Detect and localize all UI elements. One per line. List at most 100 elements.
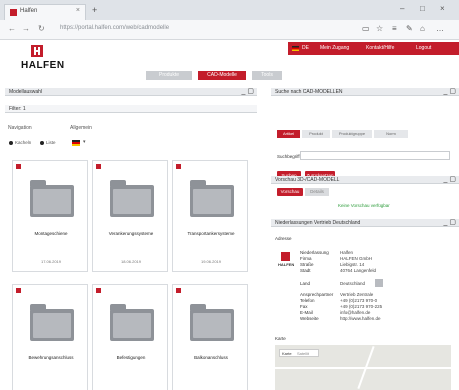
- panel-minmax-icon[interactable]: _ ▢: [444, 218, 456, 226]
- address-url: https://portal.halfen.com/web/cadmodelle: [60, 25, 170, 31]
- tab-tools[interactable]: Tools: [252, 71, 282, 80]
- map-tab-map[interactable]: Karte: [282, 351, 292, 356]
- german-flag-icon[interactable]: [292, 46, 299, 51]
- logout-link[interactable]: Logout: [416, 45, 431, 51]
- contact-value: +49 (0)2173 970-0: [340, 298, 378, 303]
- folder-icon: [190, 304, 234, 341]
- new-tab-button[interactable]: +: [92, 5, 97, 15]
- contact-key: Straße: [300, 262, 314, 267]
- forward-icon[interactable]: →: [22, 24, 30, 33]
- contact-key: Ansprechpartner: [300, 292, 334, 297]
- more-icon[interactable]: …: [436, 24, 444, 33]
- tab-close-icon[interactable]: ×: [76, 7, 80, 14]
- reading-view-icon[interactable]: ▭: [362, 24, 370, 33]
- search-tab-product[interactable]: Produkt: [302, 130, 330, 138]
- search-tab-productgroup[interactable]: Produktgruppe: [332, 130, 372, 138]
- filter-label[interactable]: Filter: 1: [9, 106, 26, 112]
- halfen-small-icon: [176, 288, 181, 293]
- halfen-contact-logo-icon: [281, 252, 290, 261]
- map-tab-satellite[interactable]: Satellit: [297, 351, 309, 356]
- contact-key: Land: [300, 281, 311, 286]
- model-card-name: Befestigungen: [116, 355, 146, 360]
- folder-icon: [30, 180, 74, 217]
- model-card-date: 19.06.2019: [200, 259, 222, 264]
- flag-dropdown-icon[interactable]: ▾: [83, 139, 86, 145]
- model-card[interactable]: Befestigungen: [92, 284, 168, 390]
- browser-tab[interactable]: Halfen ×: [4, 4, 86, 20]
- logo-text[interactable]: HALFEN: [21, 60, 65, 71]
- country-dropdown-icon[interactable]: [375, 279, 383, 287]
- radio-list[interactable]: [40, 141, 44, 145]
- hub-icon[interactable]: ≡: [392, 24, 397, 33]
- panel-minmax-icon[interactable]: _ ▢: [444, 87, 456, 95]
- folder-icon: [110, 180, 154, 217]
- search-panel-header: Suche nach CAD-MODELLEN _ ▢: [271, 88, 459, 96]
- language-label[interactable]: DE: [302, 45, 309, 51]
- model-card-name: Balkonanschluss: [194, 355, 228, 360]
- back-icon[interactable]: ←: [8, 24, 16, 33]
- close-window-icon[interactable]: ×: [440, 4, 445, 13]
- search-tab-norm[interactable]: Norm: [374, 130, 408, 138]
- halfen-favicon-icon: [10, 9, 17, 16]
- model-card[interactable]: Verankerungssysteme 18.06.2019: [92, 160, 168, 272]
- contact-key: Niederlassung: [300, 250, 329, 255]
- radio-list-label: Liste: [46, 140, 56, 145]
- model-card-name: Montageschiene: [34, 231, 68, 236]
- contact-key: Telefon: [300, 298, 315, 303]
- browser-tab-bar: Halfen × + – □ ×: [0, 0, 459, 20]
- preview-panel-header: Vorschau 3D-/CAD-MODELL _ ▢: [271, 176, 459, 184]
- german-flag-icon[interactable]: [72, 140, 80, 146]
- preview-tab[interactable]: Vorschau: [277, 188, 303, 196]
- halfen-small-icon: [16, 288, 21, 293]
- contact-value: HALFEN GmbH: [340, 256, 373, 261]
- model-card[interactable]: Bewehrungsanschluss: [12, 284, 88, 390]
- panel-minmax-icon[interactable]: _ ▢: [242, 87, 254, 95]
- radio-tiles-label: Kacheln: [15, 140, 32, 145]
- model-card[interactable]: Balkonanschluss: [172, 284, 248, 390]
- website-link[interactable]: http://www.halfen.de: [340, 316, 381, 321]
- contact-value: Vertrieb Zentrale: [340, 292, 374, 297]
- contact-key: Stadt: [300, 268, 311, 273]
- share-icon[interactable]: ⌂: [420, 24, 425, 33]
- contact-logo-text: HALFEN: [278, 262, 295, 267]
- tab-cad-modelle[interactable]: CAD-Modelle: [198, 71, 246, 80]
- login-link[interactable]: Mein Zugang: [320, 45, 349, 51]
- favorite-star-icon[interactable]: ☆: [376, 24, 383, 33]
- filter-row: Filter: 1: [5, 105, 257, 113]
- halfen-small-icon: [96, 164, 101, 169]
- address-subtitle: Adresse: [275, 236, 292, 241]
- halfen-small-icon: [176, 164, 181, 169]
- panel-minmax-icon[interactable]: _ ▢: [444, 175, 456, 183]
- search-input[interactable]: [300, 151, 450, 160]
- details-tab[interactable]: Details: [305, 188, 329, 196]
- navigation-label[interactable]: Navigation: [8, 125, 32, 131]
- tab-produkte[interactable]: Produkte: [146, 71, 192, 80]
- radio-tiles[interactable]: [9, 141, 13, 145]
- search-tab-article[interactable]: Artikel: [277, 130, 300, 138]
- model-selection-title: Modellauswahl: [9, 89, 43, 95]
- folder-icon: [190, 180, 234, 217]
- maximize-icon[interactable]: □: [420, 4, 425, 13]
- minimize-icon[interactable]: –: [400, 4, 404, 13]
- map-view[interactable]: Karte Satellit: [275, 345, 451, 390]
- halfen-logo-icon[interactable]: [31, 45, 43, 57]
- model-card[interactable]: Montageschiene 17.06.2019: [12, 160, 88, 272]
- refresh-icon[interactable]: ↻: [38, 24, 45, 33]
- top-utility-bar: DE Mein Zugang Kontakt/Hilfe Logout: [288, 42, 459, 55]
- pen-icon[interactable]: ✎: [406, 24, 413, 33]
- preview-panel-title: Vorschau 3D-/CAD-MODELL: [275, 177, 340, 183]
- contact-key: Fax: [300, 304, 308, 309]
- email-link[interactable]: info@halfen.de: [340, 310, 370, 315]
- contact-link[interactable]: Kontakt/Hilfe: [366, 45, 394, 51]
- model-card-date: 18.06.2019: [120, 259, 142, 264]
- folder-icon: [110, 304, 154, 341]
- address-bar[interactable]: https://portal.halfen.com/web/cadmodelle: [58, 24, 358, 36]
- contact-value: +49 (0)2173 970-225: [340, 304, 383, 309]
- halfen-small-icon: [16, 164, 21, 169]
- contact-key: Firma: [300, 256, 312, 261]
- contact-value: Liebigstr. 14: [340, 262, 365, 267]
- halfen-small-icon: [96, 288, 101, 293]
- model-card[interactable]: Transportankersysteme 19.06.2019: [172, 160, 248, 272]
- general-label[interactable]: Allgemein: [70, 125, 92, 131]
- browser-tab-title: Halfen: [20, 8, 38, 14]
